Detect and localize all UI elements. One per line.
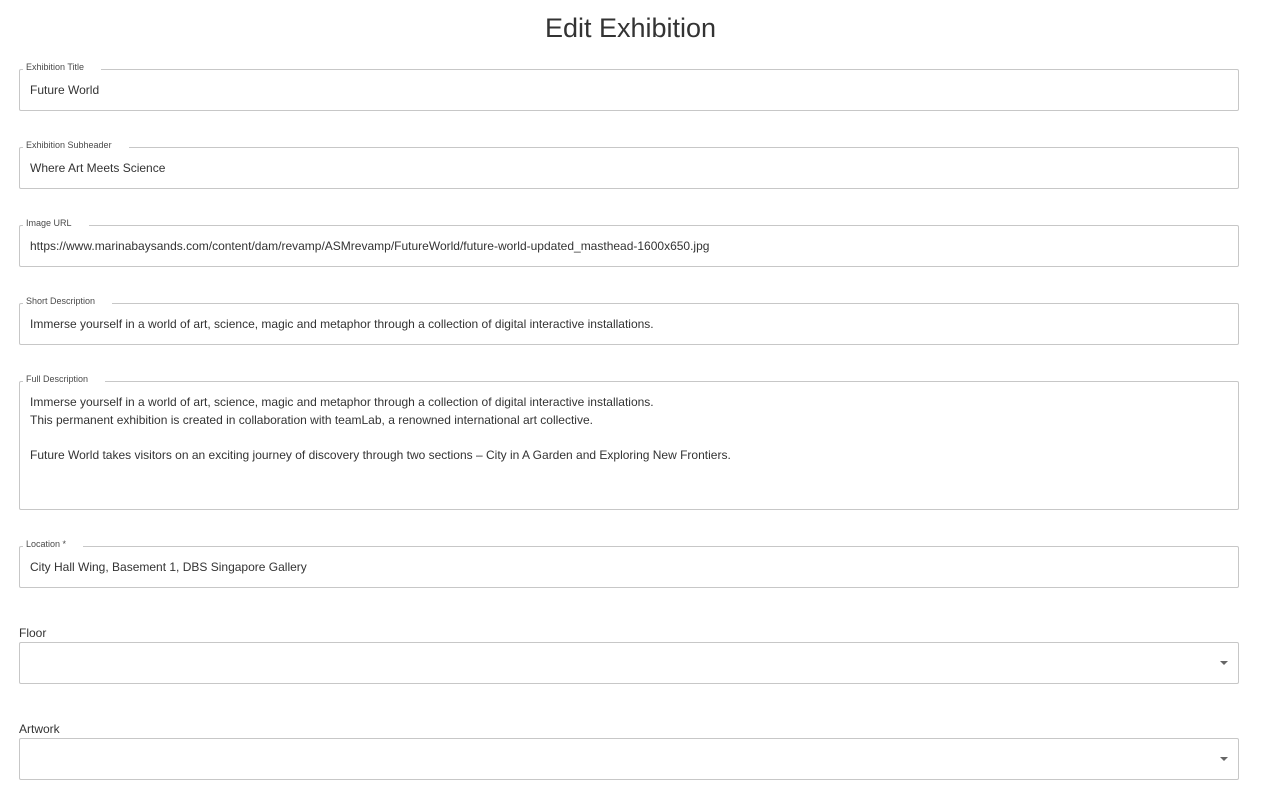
short-description-input[interactable]: Immerse yourself in a world of art, scie…: [30, 304, 1228, 344]
artwork-select[interactable]: [19, 738, 1239, 780]
artwork-label: Artwork: [19, 722, 60, 736]
caret-down-icon[interactable]: [1220, 661, 1228, 665]
location-field[interactable]: Location * City Hall Wing, Basement 1, D…: [19, 538, 1239, 588]
exhibition-subheader-field[interactable]: Exhibition Subheader Where Art Meets Sci…: [19, 139, 1239, 189]
exhibition-subheader-input[interactable]: Where Art Meets Science: [30, 148, 1228, 188]
artwork-selected-value[interactable]: [30, 739, 1228, 779]
page-title: Edit Exhibition: [544, 13, 717, 43]
full-description-field[interactable]: Full Description Immerse yourself in a w…: [19, 373, 1239, 510]
floor-select[interactable]: [19, 642, 1239, 684]
floor-selected-value[interactable]: [30, 643, 1228, 683]
floor-label: Floor: [19, 626, 47, 640]
image-url-input[interactable]: https://www.marinabaysands.com/content/d…: [30, 226, 1228, 266]
image-url-field[interactable]: Image URL https://www.marinabaysands.com…: [19, 217, 1239, 267]
caret-down-icon[interactable]: [1220, 757, 1228, 761]
location-input[interactable]: City Hall Wing, Basement 1, DBS Singapor…: [30, 547, 1228, 587]
exhibition-title-input[interactable]: Future World: [30, 70, 1228, 110]
full-description-textarea[interactable]: Immerse yourself in a world of art, scie…: [30, 394, 1228, 464]
full-description-label: Full Description: [23, 373, 106, 385]
short-description-field[interactable]: Short Description Immerse yourself in a …: [19, 295, 1239, 345]
exhibition-title-field[interactable]: Exhibition Title Future World: [19, 61, 1239, 111]
